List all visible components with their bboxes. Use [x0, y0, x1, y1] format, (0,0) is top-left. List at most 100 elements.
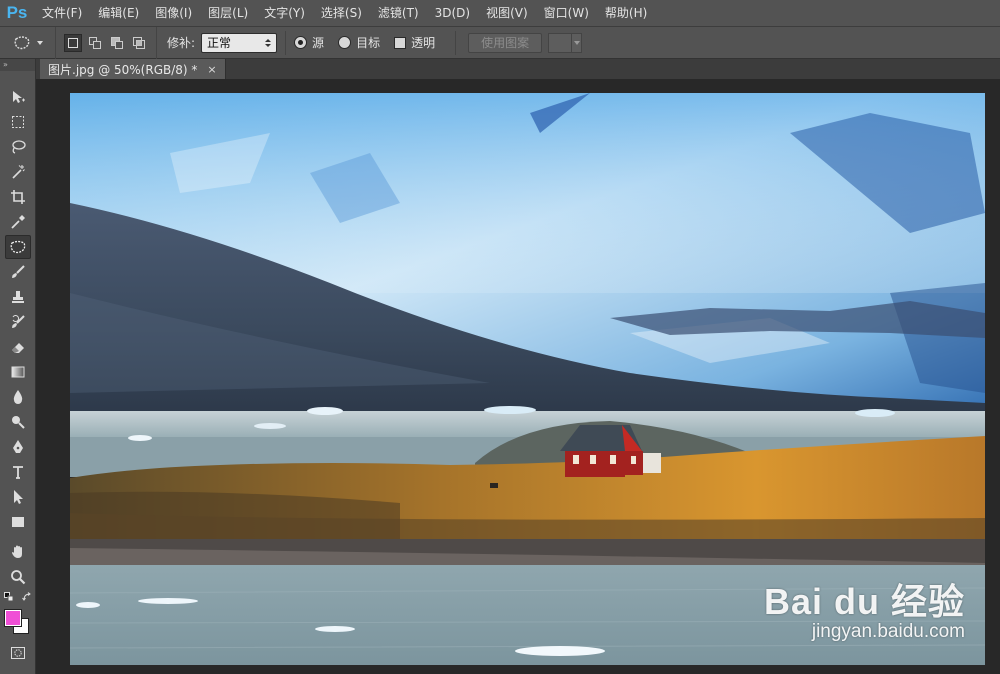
- patch-mode-select[interactable]: 正常: [201, 32, 278, 53]
- quick-mask-icon: [11, 647, 25, 659]
- hand-icon: [12, 545, 22, 558]
- chevron-down-icon: [36, 40, 43, 45]
- new-selection-button[interactable]: [64, 33, 82, 52]
- lasso-tool[interactable]: [5, 135, 31, 159]
- menu-image[interactable]: 图像(I): [147, 0, 200, 27]
- radio-source-dot: [294, 36, 308, 49]
- new-selection-icon: [68, 37, 78, 48]
- close-icon[interactable]: ×: [207, 63, 216, 76]
- brush-tool[interactable]: [5, 260, 31, 284]
- patch-tool-icon: [10, 240, 26, 254]
- canvas-area: Bai du 经验 jingyan.baidu.com: [37, 79, 1000, 674]
- path-selection-tool[interactable]: [5, 485, 31, 509]
- lasso-icon: [12, 140, 26, 154]
- dodge-icon: [12, 416, 25, 429]
- foreground-color-swatch[interactable]: [4, 609, 22, 627]
- menu-type[interactable]: 文字(Y): [256, 0, 313, 27]
- transparent-checkbox-box: [394, 36, 407, 49]
- marquee-icon: [12, 116, 24, 128]
- brush-icon: [12, 265, 25, 278]
- separator: [455, 30, 457, 55]
- menu-help[interactable]: 帮助(H): [597, 0, 655, 27]
- magic-wand-icon: [12, 165, 25, 179]
- watermark-brand: Bai du 经验: [763, 581, 965, 622]
- document-tab-bar: 图片.jpg @ 50%(RGB/8) * ×: [36, 59, 1000, 79]
- hand-tool[interactable]: [5, 540, 31, 564]
- menu-bar: Ps 文件(F) 编辑(E) 图像(I) 图层(L) 文字(Y) 选择(S) 滤…: [0, 0, 1000, 27]
- move-tool[interactable]: [5, 85, 31, 109]
- move-icon: [13, 91, 25, 103]
- clone-stamp-tool[interactable]: [5, 285, 31, 309]
- patch-tool-preset-icon: [14, 35, 29, 49]
- crop-tool[interactable]: [5, 185, 31, 209]
- baidu-watermark: Bai du 经验 jingyan.baidu.com: [764, 583, 965, 643]
- radio-source-label: 源: [312, 36, 325, 50]
- history-brush-tool[interactable]: [5, 310, 31, 334]
- eyedropper-tool[interactable]: [5, 210, 31, 234]
- type-icon: [13, 466, 23, 479]
- marquee-tool[interactable]: [5, 110, 31, 134]
- gradient-tool[interactable]: [5, 360, 31, 384]
- eyedropper-icon: [11, 215, 25, 229]
- default-colors-icon[interactable]: [4, 592, 14, 602]
- magic-wand-tool[interactable]: [5, 160, 31, 184]
- swap-colors-icon[interactable]: [22, 592, 32, 602]
- separator: [285, 30, 287, 55]
- menu-edit[interactable]: 编辑(E): [90, 0, 147, 27]
- radio-target[interactable]: 目标: [338, 34, 380, 51]
- watermark-url: jingyan.baidu.com: [811, 621, 965, 642]
- radio-target-dot: [338, 36, 352, 49]
- menu-filter[interactable]: 滤镜(T): [370, 0, 427, 27]
- menu-file[interactable]: 文件(F): [34, 0, 90, 27]
- menu-layer[interactable]: 图层(L): [200, 0, 256, 27]
- quick-mask-button[interactable]: [5, 641, 31, 665]
- subtract-selection-button[interactable]: [108, 34, 126, 52]
- patch-label: 修补:: [167, 36, 196, 50]
- rectangle-icon: [12, 517, 24, 527]
- eraser-tool[interactable]: [5, 335, 31, 359]
- blur-icon: [13, 390, 23, 404]
- pen-tool[interactable]: [5, 435, 31, 459]
- stamp-icon: [12, 291, 24, 303]
- use-pattern-button[interactable]: 使用图案: [468, 32, 543, 53]
- landscape-photo: [70, 93, 985, 665]
- pattern-swatch[interactable]: [548, 32, 573, 53]
- type-tool[interactable]: [5, 460, 31, 484]
- history-brush-icon: [12, 315, 25, 328]
- selection-mode-group: [56, 26, 157, 59]
- menu-select[interactable]: 选择(S): [313, 0, 370, 27]
- tool-preset-picker[interactable]: [0, 26, 56, 59]
- pattern-dropdown[interactable]: [572, 32, 583, 53]
- menu-3d[interactable]: 3D(D): [427, 0, 478, 27]
- select-arrows-icon: [265, 38, 272, 47]
- document-tab[interactable]: 图片.jpg @ 50%(RGB/8) * ×: [40, 59, 226, 79]
- add-selection-button[interactable]: [86, 34, 104, 52]
- path-select-icon: [14, 490, 23, 504]
- add-selection-icon: [89, 36, 101, 49]
- rectangle-tool[interactable]: [5, 510, 31, 534]
- options-bar: 修补: 正常 源 目标 透明 使用图案: [0, 26, 1000, 59]
- transparent-checkbox[interactable]: 透明: [394, 34, 435, 51]
- gradient-icon: [11, 366, 25, 378]
- patch-mode-value: 正常: [207, 36, 232, 50]
- photoshop-logo: Ps: [6, 3, 28, 22]
- zoom-icon: [11, 570, 26, 585]
- chevron-down-icon: [573, 40, 580, 45]
- blur-tool[interactable]: [5, 385, 31, 409]
- document-tab-title: 图片.jpg @ 50%(RGB/8) *: [48, 62, 198, 77]
- toolbox: »: [0, 59, 36, 674]
- crop-icon: [11, 190, 25, 204]
- intersect-selection-button[interactable]: [130, 34, 148, 52]
- zoom-tool[interactable]: [5, 565, 31, 589]
- transparent-label: 透明: [411, 36, 436, 50]
- subtract-selection-icon: [111, 36, 123, 49]
- menu-window[interactable]: 窗口(W): [536, 0, 597, 27]
- toolbox-collapse-handle[interactable]: »: [0, 59, 35, 71]
- pen-icon: [13, 440, 23, 453]
- patch-tool[interactable]: [5, 235, 31, 259]
- dodge-tool[interactable]: [5, 410, 31, 434]
- eraser-icon: [12, 343, 24, 353]
- document-image[interactable]: Bai du 经验 jingyan.baidu.com: [70, 93, 985, 665]
- radio-source[interactable]: 源: [294, 34, 324, 51]
- menu-view[interactable]: 视图(V): [478, 0, 536, 27]
